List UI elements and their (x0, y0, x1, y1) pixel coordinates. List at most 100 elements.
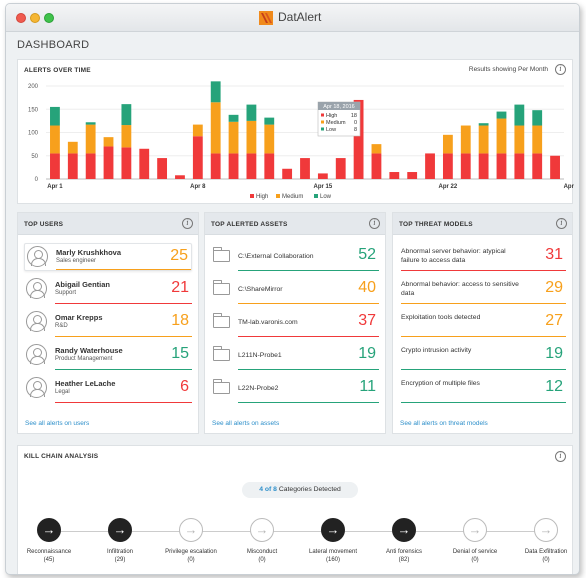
maximize-window-button[interactable] (44, 13, 54, 23)
top-assets-title: TOP ALERTED ASSETS (205, 213, 385, 235)
kill-chain-stage-arrow-icon[interactable]: → (534, 518, 558, 542)
bar-low (264, 117, 275, 125)
bar-medium (246, 120, 257, 154)
bar-low (478, 123, 489, 126)
score-underline (238, 270, 379, 271)
bar-medium (496, 118, 507, 154)
tooltip-row-value: 0 (354, 120, 357, 126)
asset-row[interactable]: TM-lab.varonis.com 37 (211, 309, 379, 337)
top-threats-title: TOP THREAT MODELS (393, 213, 572, 235)
top-users-title: TOP USERS (18, 213, 198, 235)
stage-count: (0) (542, 557, 550, 563)
score-underline (401, 402, 566, 403)
see-all-users-link[interactable]: See all alerts on users (25, 420, 89, 427)
kill-chain-title: KILL CHAIN ANALYSIS (24, 453, 99, 460)
threat-row[interactable]: Encryption of multiple files 12 (399, 375, 566, 403)
bar-high (442, 153, 453, 179)
detected-text: Categories Detected (278, 486, 341, 493)
user-row[interactable]: Omar Krepps R&D 18 (24, 309, 192, 337)
asset-name: L211N-Probe1 (238, 352, 282, 359)
alert-score: 21 (171, 279, 189, 296)
kill-chain-stage-arrow-icon[interactable]: → (321, 518, 345, 542)
tooltip-row-value: 8 (354, 127, 357, 133)
kill-chain-stage-arrow-icon[interactable]: → (250, 518, 274, 542)
alert-score: 6 (180, 378, 189, 395)
user-role: Sales engineer (56, 258, 97, 264)
close-window-button[interactable] (16, 13, 26, 23)
bar-medium (103, 137, 114, 147)
bar-high (210, 153, 221, 179)
asset-row[interactable]: C:\ShareMirror 40 (211, 276, 379, 304)
bar-high (157, 158, 168, 179)
bar-medium (478, 125, 489, 154)
tooltip-swatch (321, 127, 324, 131)
score-underline (238, 336, 379, 337)
info-icon[interactable]: i (555, 64, 566, 75)
bar-medium (442, 134, 453, 154)
x-tick-label: Apr 22 (439, 184, 458, 190)
y-tick-label: 200 (28, 84, 39, 90)
user-row[interactable]: Marly Krushkhova Sales engineer 25 (24, 243, 192, 271)
info-icon[interactable]: i (369, 218, 380, 229)
minimize-window-button[interactable] (30, 13, 40, 23)
bar-high (50, 153, 60, 179)
threat-row[interactable]: Abnormal behavior: access to sensitive d… (399, 276, 566, 304)
threat-name: Abnormal behavior: access to sensitive d… (401, 281, 519, 297)
alert-score: 12 (545, 378, 563, 395)
tooltip-row-label: Medium (326, 120, 346, 126)
bar-medium (228, 121, 239, 154)
categories-detected-badge: 4 of 8 Categories Detected (242, 482, 358, 498)
info-icon[interactable]: i (555, 451, 566, 462)
asset-row[interactable]: L22N-Probe2 11 (211, 375, 379, 403)
asset-name: C:\External Collaboration (238, 253, 314, 260)
info-icon[interactable]: i (556, 218, 567, 229)
alert-score: 19 (358, 345, 376, 362)
bar-high (496, 153, 507, 179)
see-all-threats-link[interactable]: See all alerts on threat models (400, 420, 488, 427)
bar-high (282, 168, 293, 179)
folder-icon (213, 313, 230, 328)
user-row[interactable]: Abigail Gentian Support 21 (24, 276, 192, 304)
kill-chain-stage-arrow-icon[interactable]: → (392, 518, 416, 542)
alerts-over-time-panel: ALERTS OVER TIME Results showing Per Mon… (17, 59, 574, 204)
legend-label: High (256, 194, 268, 200)
asset-row[interactable]: L211N-Probe1 19 (211, 342, 379, 370)
kill-chain-stage-arrow-icon[interactable]: → (108, 518, 132, 542)
bar-high (85, 153, 96, 179)
kill-chain-stage-arrow-icon[interactable]: → (37, 518, 61, 542)
x-tick-label: Apr 29 (564, 184, 574, 190)
bar-low (496, 111, 507, 119)
bar-high (175, 175, 185, 179)
y-tick-label: 150 (28, 107, 39, 113)
threat-row[interactable]: Abnormal server behavior: atypical failu… (399, 243, 566, 271)
threat-row[interactable]: Crypto intrusion activity 19 (399, 342, 566, 370)
bar-medium (50, 125, 60, 154)
avatar-icon (26, 311, 47, 332)
see-all-assets-link[interactable]: See all alerts on assets (212, 420, 279, 427)
asset-name: C:\ShareMirror (238, 286, 283, 293)
avatar-icon (27, 246, 48, 267)
score-underline (401, 303, 566, 304)
bar-high (317, 173, 328, 179)
kill-chain-stage-arrow-icon[interactable]: → (179, 518, 203, 542)
info-icon[interactable]: i (182, 218, 193, 229)
bar-low (228, 114, 239, 122)
threat-row[interactable]: Exploitation tools detected 27 (399, 309, 566, 337)
user-row[interactable]: Randy Waterhouse Product Management 15 (24, 342, 192, 370)
legend-swatch (276, 194, 280, 198)
score-underline (55, 369, 192, 370)
alert-score: 18 (171, 312, 189, 329)
top-assets-panel: TOP ALERTED ASSETS i C:\External Collabo… (204, 212, 386, 434)
bar-medium (460, 125, 471, 154)
score-underline (238, 402, 379, 403)
tooltip-title: Apr 18, 2016 (323, 104, 355, 110)
bar-high (478, 153, 489, 179)
asset-row[interactable]: C:\External Collaboration 52 (211, 243, 379, 271)
kill-chain-stage-arrow-icon[interactable]: → (463, 518, 487, 542)
bar-medium (67, 141, 78, 154)
user-row[interactable]: Heather LeLache Legal 6 (24, 375, 192, 403)
bar-medium (192, 124, 203, 137)
score-underline (401, 369, 566, 370)
alert-score: 52 (358, 246, 376, 263)
bar-high (246, 153, 257, 179)
